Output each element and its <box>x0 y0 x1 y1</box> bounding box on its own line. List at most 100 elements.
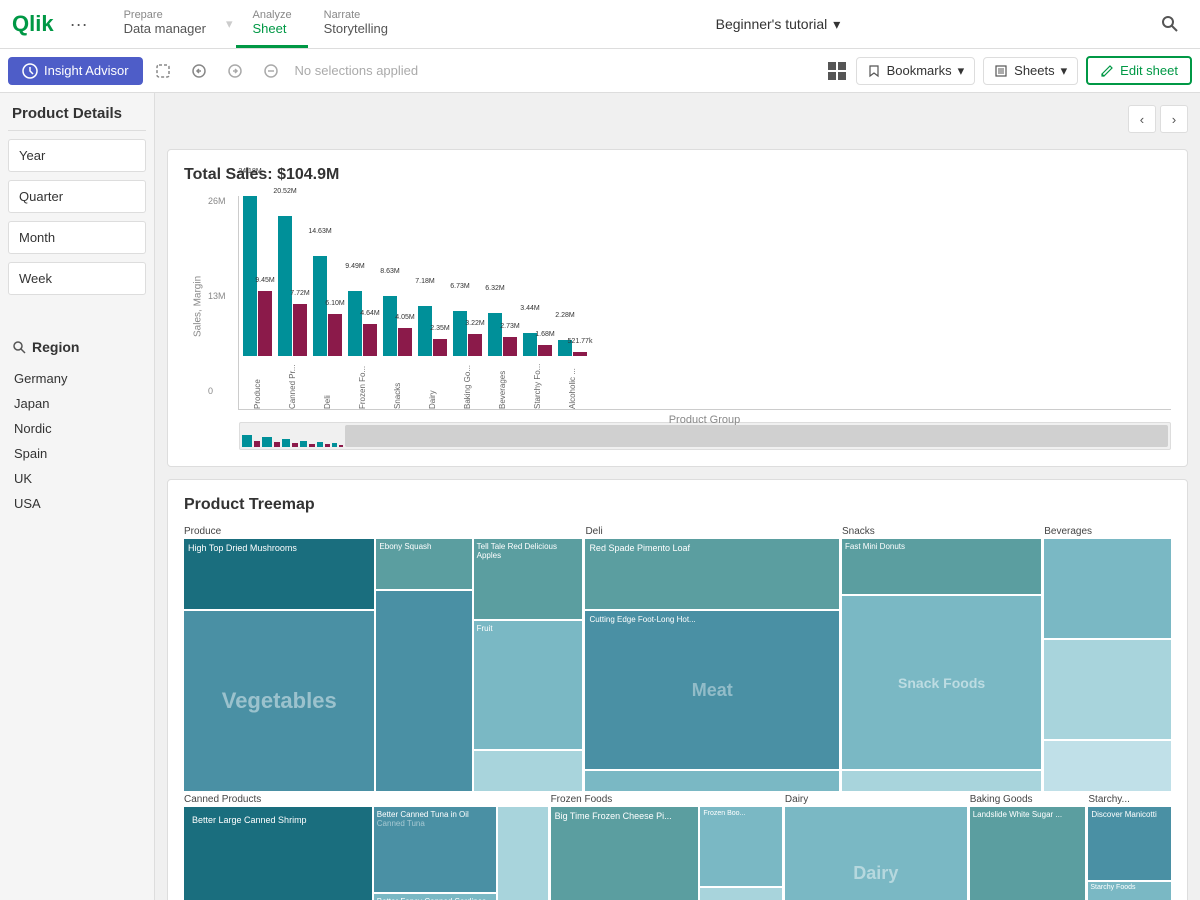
y-zero: 0 <box>208 386 238 396</box>
bookmarks-dropdown[interactable]: Bookmarks ▾ <box>856 57 976 85</box>
treemap-cell-bev1[interactable] <box>1044 539 1171 638</box>
treemap-cell-canned-small[interactable] <box>498 807 547 900</box>
tab-prepare[interactable]: Prepare Data manager <box>108 0 222 48</box>
treemap-cell-tuna[interactable]: Better Canned Tuna in OilCanned Tuna <box>374 807 497 892</box>
filter-quarter[interactable]: Quarter <box>8 180 146 213</box>
tutorial-dropdown[interactable]: Beginner's tutorial ▾ <box>716 16 841 33</box>
treemap-deli-section: Deli Red Spade Pimento Loaf Cutting Edge… <box>585 526 839 791</box>
grid-view-button[interactable] <box>826 60 848 82</box>
treemap-cell-produce-misc[interactable] <box>376 591 471 791</box>
tab-narrate[interactable]: Narrate Storytelling <box>308 0 404 48</box>
treemap-cell-frozen3[interactable] <box>700 888 782 900</box>
filter-year[interactable]: Year <box>8 139 146 172</box>
treemap-cell-mushrooms[interactable]: High Top Dried Mushrooms <box>184 539 374 609</box>
filter-week[interactable]: Week <box>8 262 146 295</box>
search-button[interactable] <box>1152 6 1188 42</box>
edit-icon <box>1100 64 1114 78</box>
treemap-card: Product Treemap Produce High Top Dried M… <box>167 479 1188 900</box>
deli-label: Deli <box>585 526 839 537</box>
filter-month[interactable]: Month <box>8 221 146 254</box>
treemap-container: Produce High Top Dried Mushrooms Vegetab… <box>184 526 1171 791</box>
treemap-cell-fruit[interactable]: Fruit <box>474 621 583 749</box>
sheets-icon <box>994 64 1008 78</box>
back-button[interactable] <box>183 55 215 87</box>
qlik-brand: Qlik <box>12 11 54 37</box>
region-usa[interactable]: USA <box>12 492 142 515</box>
treemap-cell-pimento[interactable]: Red Spade Pimento Loaf <box>585 539 839 609</box>
region-spain[interactable]: Spain <box>12 442 142 465</box>
sidebar-title: Product Details <box>8 105 146 131</box>
forward-icon <box>227 63 243 79</box>
treemap-cell-snackfoods[interactable]: Snack Foods <box>842 596 1041 769</box>
bar-group-snacks: 8.63M 4.05M Snacks <box>383 296 412 409</box>
treemap-cell-bev2[interactable] <box>1044 640 1171 739</box>
next-arrow-button[interactable]: › <box>1160 105 1188 133</box>
clear-button[interactable] <box>255 55 287 87</box>
beverages-label: Beverages <box>1044 526 1171 537</box>
prev-arrow-button[interactable]: ‹ <box>1128 105 1156 133</box>
qlik-logo: Qlik <box>12 11 54 37</box>
treemap-cell-sugar[interactable]: Landslide White Sugar ... <box>970 807 1086 900</box>
tutorial-chevron-icon: ▾ <box>833 16 840 33</box>
bar-group-frozen: 9.49M 4.64M Frozen Fo... <box>348 291 377 409</box>
bar-group-alcoholic: 2.28M 521.77k Alcoholic ... <box>558 340 587 409</box>
lasso-icon <box>155 63 171 79</box>
treemap-cell-produce-small[interactable] <box>474 751 583 791</box>
insight-label: Insight Advisor <box>44 63 129 78</box>
treemap-cell-manicotti[interactable]: Discover Manicotti <box>1088 807 1171 880</box>
treemap-cell-bev3[interactable] <box>1044 741 1171 791</box>
treemap-cell-dairy[interactable]: Dairy <box>785 807 967 900</box>
bookmarks-label: Bookmarks <box>887 63 952 78</box>
treemap-cell-squash[interactable]: Ebony Squash <box>376 539 471 589</box>
treemap-cell-hotdog[interactable]: Cutting Edge Foot-Long Hot... Meat <box>585 611 839 769</box>
tab-analyze-sheet[interactable]: Analyze Sheet <box>236 0 307 48</box>
bar-group-beverages: 6.32M 2.73M Beverages <box>488 313 517 409</box>
treemap-cell-snacks-small[interactable] <box>842 771 1041 791</box>
main-layout: Product Details Year Quarter Month Week … <box>0 93 1200 900</box>
left-sidebar: Product Details Year Quarter Month Week … <box>0 93 155 900</box>
treemap-cell-vegetables[interactable]: Vegetables <box>184 611 374 791</box>
y-axis-values: 26M 13M 0 <box>208 196 238 416</box>
prepare-section-label: Prepare <box>124 9 206 21</box>
treemap-cell-starchy-foods[interactable]: Starchy Foods <box>1088 882 1171 900</box>
treemap-cell-deli-small[interactable] <box>585 771 839 791</box>
forward-button[interactable] <box>219 55 251 87</box>
treemap-dairy-section: Dairy Dairy <box>785 794 967 900</box>
insight-advisor-button[interactable]: Insight Advisor <box>8 57 143 85</box>
treemap-container-row2: Canned Products Better Large Canned Shri… <box>184 794 1171 900</box>
snacks-label: Snacks <box>842 526 1041 537</box>
back-icon <box>191 63 207 79</box>
treemap-cell-sardines[interactable]: Better Fancy Canned Sardines <box>374 894 497 900</box>
region-nordic[interactable]: Nordic <box>12 417 142 440</box>
region-japan[interactable]: Japan <box>12 392 142 415</box>
narrate-tab-label: Storytelling <box>324 21 388 36</box>
main-content: ‹ › Total Sales: $104.9M Sales, Margin 2… <box>155 93 1200 900</box>
treemap-title: Product Treemap <box>184 496 1171 514</box>
grid-icon <box>826 60 848 82</box>
treemap-cell-donuts[interactable]: Fast Mini Donuts <box>842 539 1041 594</box>
more-menu-icon[interactable]: ··· <box>70 14 88 35</box>
treemap-cell-shrimp[interactable]: Better Large Canned Shrimp Canned Shrimp <box>184 807 372 900</box>
region-uk[interactable]: UK <box>12 467 142 490</box>
chart-scrollbar[interactable] <box>239 422 1171 450</box>
search-small-icon <box>12 340 26 354</box>
sheets-dropdown[interactable]: Sheets ▾ <box>983 57 1078 85</box>
treemap-cell-frozen2[interactable]: Frozen Boo... <box>700 807 782 886</box>
nav-tabs: Prepare Data manager ▾ Analyze Sheet Nar… <box>108 0 404 48</box>
region-germany[interactable]: Germany <box>12 367 142 390</box>
y-axis-label: Sales, Margin <box>184 196 208 416</box>
treemap-cell-cheese-pizza[interactable]: Big Time Frozen Cheese Pi... <box>551 807 699 900</box>
treemap-beverages-section: Beverages <box>1044 526 1171 791</box>
edit-sheet-button[interactable]: Edit sheet <box>1086 56 1192 85</box>
toolbar-right: Bookmarks ▾ Sheets ▾ Edit sheet <box>826 56 1192 85</box>
treemap-cell-apples[interactable]: Tell Tale Red Delicious Apples <box>474 539 583 619</box>
clear-icon <box>263 63 279 79</box>
insight-icon <box>22 63 38 79</box>
treemap-snacks-section: Snacks Fast Mini Donuts Snack Foods <box>842 526 1041 791</box>
narrate-section-label: Narrate <box>324 9 388 21</box>
dairy-label: Dairy <box>785 794 967 805</box>
nav-center: Beginner's tutorial ▾ <box>404 16 1152 33</box>
bookmark-icon <box>867 64 881 78</box>
lasso-tool-button[interactable] <box>147 55 179 87</box>
top-nav: Qlik ··· Prepare Data manager ▾ Analyze … <box>0 0 1200 49</box>
